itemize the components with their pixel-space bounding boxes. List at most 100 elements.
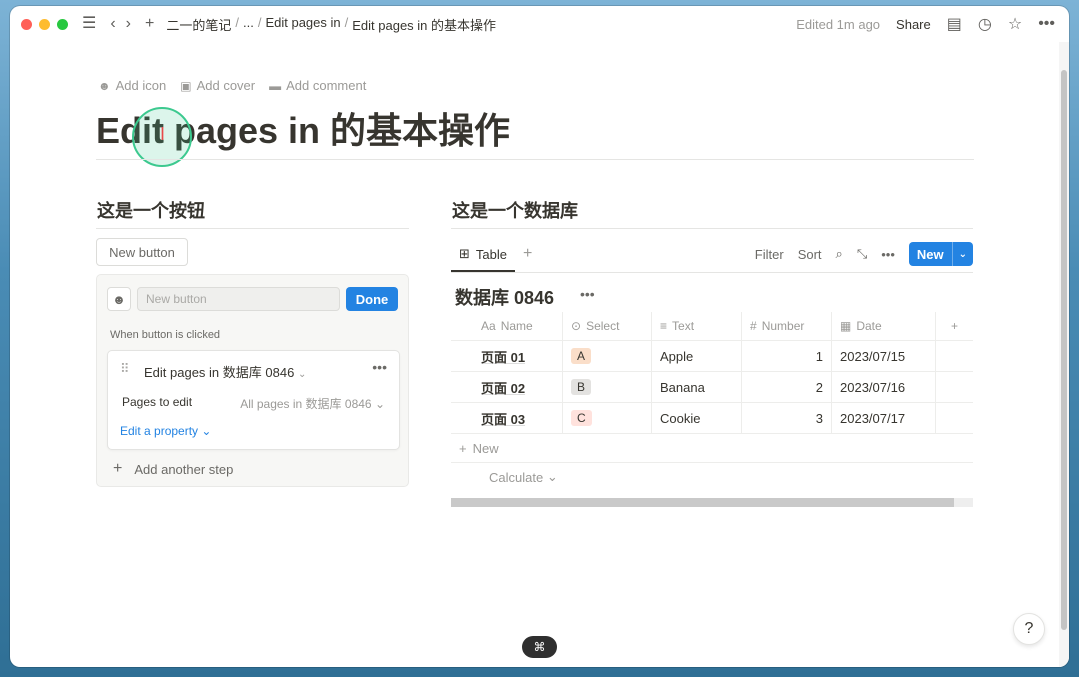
breadcrumb: 二一的笔记 / ... / Edit pages in / Edit pages… <box>166 14 497 34</box>
edit-property-button[interactable]: Edit a property ⌄ <box>120 424 211 438</box>
more-options-icon[interactable]: ••• <box>881 247 895 262</box>
back-arrow-icon[interactable]: ‹ <box>110 16 115 32</box>
smiley-icon: ☻ <box>98 78 111 93</box>
app-window: ☰ ‹ › + 二一的笔记 / ... / Edit pages in / Ed… <box>10 6 1069 667</box>
column-header-text[interactable]: ≡ Text <box>652 312 742 340</box>
divider <box>96 228 409 229</box>
view-toolbar: Filter Sort ⌕ ⤡ ••• New ⌄ <box>755 242 973 266</box>
expand-icon[interactable]: ⤡ <box>857 246 867 262</box>
column-header-name[interactable]: Aa Name <box>451 312 563 340</box>
pages-to-edit-label: Pages to edit <box>122 395 193 409</box>
favorite-star-icon[interactable]: ☆ <box>1008 14 1022 34</box>
filter-button[interactable]: Filter <box>755 247 784 262</box>
window-controls <box>21 18 68 30</box>
table-row[interactable]: 页面 02 B Banana 2 2023/07/16 <box>451 372 973 403</box>
share-button[interactable]: Share <box>896 17 931 32</box>
breadcrumb-item[interactable]: ... <box>243 15 254 34</box>
forward-arrow-icon[interactable]: › <box>126 16 131 32</box>
number-cell[interactable]: 3 <box>742 403 832 433</box>
drag-handle-icon[interactable]: ⠿ <box>120 361 129 377</box>
breadcrumb-item[interactable]: 二一的笔记 <box>166 15 231 34</box>
page-actions: ☻ Add icon ▣ Add cover ▬ Add comment <box>98 78 366 93</box>
plus-icon: + <box>459 440 467 456</box>
divider <box>451 228 973 229</box>
database-title[interactable]: 数据库 0846 <box>455 284 554 310</box>
text-cell[interactable]: Banana <box>652 372 742 402</box>
add-icon-button[interactable]: ☻ Add icon <box>98 78 166 93</box>
action-step-card: ⠿ Edit pages in 数据库 0846 ⌄ ••• Pages to … <box>107 350 400 450</box>
date-cell[interactable]: 2023/07/16 <box>832 372 936 402</box>
text-cursor-icon: I <box>160 124 166 144</box>
chevron-down-icon[interactable]: ⌄ <box>953 242 973 266</box>
add-comment-button[interactable]: ▬ Add comment <box>269 78 366 93</box>
step-title-dropdown[interactable]: Edit pages in 数据库 0846 ⌄ <box>144 362 306 381</box>
calculate-button[interactable]: Calculate ⌄ <box>451 463 973 491</box>
row-name[interactable]: 页面 03 <box>481 409 525 428</box>
tab-table-view[interactable]: ⊞ Table <box>451 238 515 272</box>
date-cell[interactable]: 2023/07/17 <box>832 403 936 433</box>
vertical-scrollbar[interactable] <box>1059 42 1069 667</box>
text-cell[interactable]: Cookie <box>652 403 742 433</box>
more-options-icon[interactable]: ••• <box>580 286 595 302</box>
button-editor-panel: ☻ New button Done When button is clicked… <box>96 274 409 487</box>
button-name-input[interactable]: New button <box>137 287 340 311</box>
text-lines-icon: ≡ <box>660 319 668 333</box>
row-name[interactable]: 页面 02 <box>481 378 525 397</box>
emoji-picker-icon[interactable]: ☻ <box>107 287 131 311</box>
column-header-number[interactable]: # Number <box>742 312 832 340</box>
database-section-heading[interactable]: 这是一个数据库 <box>452 197 578 223</box>
minimize-window-button[interactable] <box>39 18 50 30</box>
select-tag: C <box>571 410 592 426</box>
column-header-select[interactable]: ⊙ Select <box>563 312 652 340</box>
table-grid-icon: ⊞ <box>459 246 470 261</box>
help-button[interactable]: ? <box>1013 613 1045 645</box>
add-column-plus-icon[interactable]: + <box>936 312 973 340</box>
date-cell[interactable]: 2023/07/15 <box>832 341 936 371</box>
new-record-button[interactable]: New ⌄ <box>908 242 973 266</box>
sort-button[interactable]: Sort <box>798 247 822 262</box>
plus-icon: + <box>113 460 123 477</box>
table-row[interactable]: 页面 01 A Apple 1 2023/07/15 <box>451 341 973 372</box>
new-page-plus-icon[interactable]: + <box>145 16 154 32</box>
image-icon: ▣ <box>180 78 192 93</box>
row-name[interactable]: 页面 01 <box>481 347 525 366</box>
trigger-label: When button is clicked <box>110 329 221 341</box>
table-row[interactable]: 页面 03 C Cookie 3 2023/07/17 <box>451 403 973 434</box>
command-shortcut-badge: ⌘ <box>522 636 557 658</box>
number-hash-icon: # <box>750 319 757 333</box>
number-cell[interactable]: 2 <box>742 372 832 402</box>
add-view-plus-icon[interactable]: + <box>523 245 532 263</box>
chevron-down-icon: ⌄ <box>374 397 385 411</box>
sidebar-menu-icon[interactable]: ☰ <box>82 16 96 32</box>
calendar-icon: ▦ <box>840 319 852 333</box>
zoom-window-button[interactable] <box>57 18 68 30</box>
button-section-heading[interactable]: 这是一个按钮 <box>97 197 205 223</box>
comments-icon[interactable]: ▤ <box>947 14 962 34</box>
add-cover-button[interactable]: ▣ Add cover <box>180 78 255 93</box>
text-type-icon: Aa <box>481 319 496 333</box>
horizontal-scrollbar[interactable] <box>451 498 973 507</box>
history-clock-icon[interactable]: ◷ <box>978 14 992 34</box>
chevron-down-icon: ⌄ <box>546 469 558 484</box>
select-type-icon: ⊙ <box>571 319 582 333</box>
breadcrumb-item[interactable]: Edit pages in 的基本操作 <box>352 15 496 34</box>
more-options-icon[interactable]: ••• <box>1038 15 1055 33</box>
chevron-down-icon: ⌄ <box>201 424 212 438</box>
add-step-button[interactable]: + Add another step <box>113 460 233 478</box>
title-bar: ☰ ‹ › + 二一的笔记 / ... / Edit pages in / Ed… <box>10 6 1069 42</box>
text-cell[interactable]: Apple <box>652 341 742 371</box>
pages-to-edit-select[interactable]: All pages in 数据库 0846 ⌄ <box>240 395 385 412</box>
table-header-row: Aa Name ⊙ Select ≡ Text # Number ▦ Date + <box>451 312 973 341</box>
done-button[interactable]: Done <box>346 287 398 311</box>
close-window-button[interactable] <box>21 18 32 30</box>
database-table: Aa Name ⊙ Select ≡ Text # Number ▦ Date + 页面 … <box>451 312 973 491</box>
column-header-date[interactable]: ▦ Date <box>832 312 936 340</box>
more-options-icon[interactable]: ••• <box>372 359 387 375</box>
divider <box>96 159 974 160</box>
number-cell[interactable]: 1 <box>742 341 832 371</box>
new-button[interactable]: New button <box>96 238 188 266</box>
search-icon[interactable]: ⌕ <box>836 246 843 262</box>
breadcrumb-item[interactable]: Edit pages in <box>265 15 340 34</box>
new-row-button[interactable]: + New <box>451 434 973 463</box>
divider <box>451 272 973 273</box>
